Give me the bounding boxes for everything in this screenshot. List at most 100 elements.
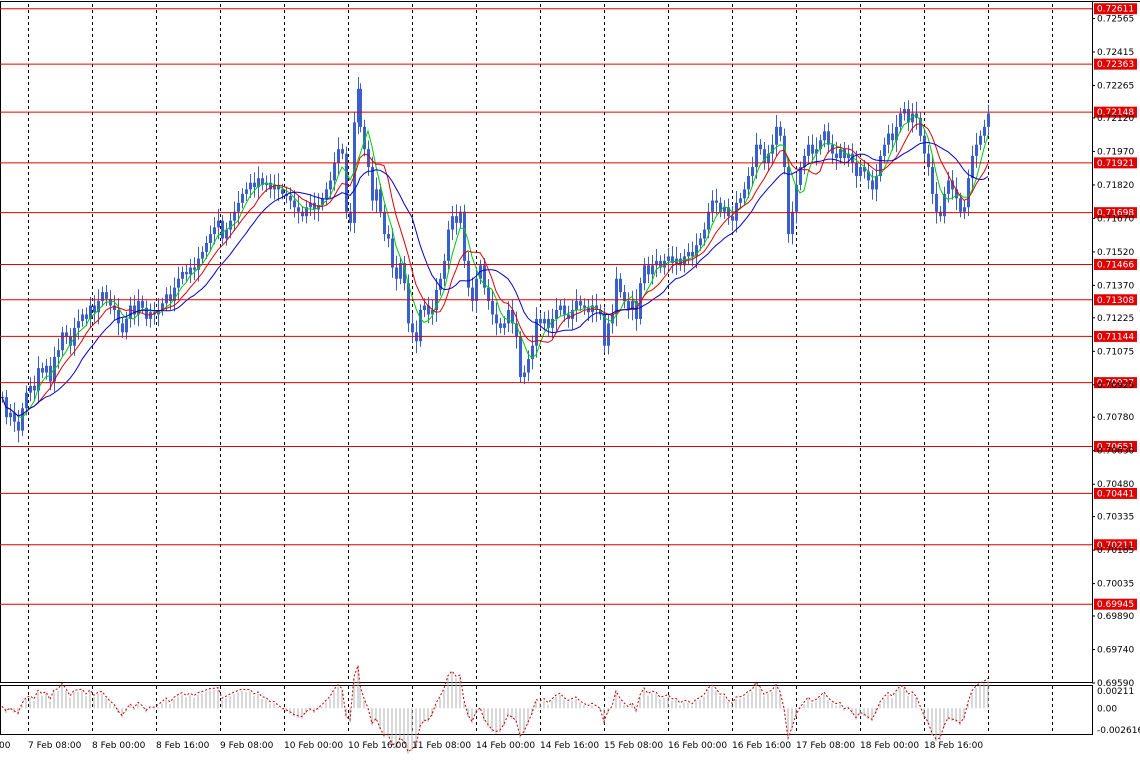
candle-body bbox=[643, 265, 646, 284]
candle-body bbox=[707, 211, 710, 230]
candle-body bbox=[495, 314, 498, 324]
candle-body bbox=[17, 421, 20, 431]
candle-body bbox=[839, 149, 842, 159]
candle-body bbox=[699, 238, 702, 246]
candle-body bbox=[399, 263, 402, 279]
time-tick-label: 7 Feb 08:00 bbox=[28, 741, 82, 751]
price-tick-label: 0.72565 bbox=[1097, 15, 1134, 25]
candle-body bbox=[411, 323, 414, 333]
price-tick-label: 0.71820 bbox=[1097, 181, 1134, 191]
level-label: 0.71308 bbox=[1097, 296, 1134, 306]
candle-body bbox=[451, 216, 454, 230]
candle-body bbox=[987, 113, 990, 127]
price-tick-label: 0.69590 bbox=[1097, 679, 1134, 689]
candle-body bbox=[755, 144, 758, 168]
candle-body bbox=[149, 312, 152, 319]
candle-body bbox=[9, 412, 12, 418]
candle-body bbox=[775, 126, 778, 145]
price-tick-label: 0.70780 bbox=[1097, 413, 1134, 423]
candle-body bbox=[959, 198, 962, 212]
candle-body bbox=[129, 305, 132, 319]
candle-body bbox=[33, 385, 36, 391]
time-tick-label: 17 Feb 08:00 bbox=[796, 741, 855, 751]
candle-body bbox=[667, 256, 670, 261]
price-tick-label: 0.70480 bbox=[1097, 480, 1134, 490]
candle-body bbox=[45, 365, 48, 373]
candle-body bbox=[189, 267, 192, 275]
candle-body bbox=[253, 182, 256, 188]
candle-body bbox=[883, 144, 886, 156]
time-tick-label: 16 Feb 16:00 bbox=[732, 741, 791, 751]
candle-body bbox=[141, 301, 144, 308]
candle-body bbox=[81, 314, 84, 322]
candle-body bbox=[329, 180, 332, 190]
candle-body bbox=[41, 368, 44, 373]
candle-body bbox=[947, 180, 950, 194]
candle-body bbox=[603, 314, 606, 346]
candle-body bbox=[859, 167, 862, 176]
candle-body bbox=[731, 216, 734, 221]
candle-body bbox=[289, 196, 292, 201]
level-label: 0.71466 bbox=[1097, 260, 1134, 270]
candle-body bbox=[181, 272, 184, 279]
chart-frame bbox=[0, 1, 1140, 735]
candle-body bbox=[105, 292, 108, 299]
candle-body bbox=[647, 265, 650, 275]
grid bbox=[28, 4, 1053, 735]
candle-body bbox=[297, 207, 300, 212]
oscillator-tick-label: -0.002616 bbox=[1097, 726, 1140, 736]
candle-body bbox=[245, 189, 248, 194]
candle-body bbox=[447, 229, 450, 261]
time-tick-label: :00 bbox=[0, 741, 11, 751]
candle-body bbox=[887, 133, 890, 145]
candle-body bbox=[471, 287, 474, 302]
candle-body bbox=[787, 167, 790, 235]
candle-body bbox=[29, 385, 32, 393]
candle-body bbox=[555, 309, 558, 319]
candle-body bbox=[563, 305, 566, 315]
candle-body bbox=[57, 350, 60, 357]
price-tick-label: 0.70335 bbox=[1097, 513, 1134, 523]
price-tick-label: 0.71970 bbox=[1097, 147, 1134, 157]
candle-body bbox=[875, 175, 878, 190]
candle-body bbox=[337, 149, 340, 163]
price-chart: 0.002110.00-0.002616 0.726110.723630.721… bbox=[0, 1, 1140, 754]
candle-body bbox=[455, 216, 458, 223]
level-label: 0.70441 bbox=[1097, 489, 1134, 499]
candle-body bbox=[249, 182, 252, 190]
candle-body bbox=[607, 323, 610, 346]
level-label: 0.71921 bbox=[1097, 159, 1134, 169]
candle-body bbox=[807, 144, 810, 156]
candle-body bbox=[927, 153, 930, 168]
candle-body bbox=[899, 113, 902, 127]
candle-body bbox=[503, 323, 506, 328]
candle-body bbox=[221, 220, 224, 239]
candle-body bbox=[325, 189, 328, 199]
candle-body bbox=[241, 193, 244, 203]
candle-body bbox=[711, 200, 714, 212]
candle-body bbox=[443, 260, 446, 279]
candle-body bbox=[85, 314, 88, 319]
candle-body bbox=[341, 149, 344, 154]
candle-body bbox=[475, 278, 478, 302]
candle-body bbox=[871, 180, 874, 190]
candle-body bbox=[543, 318, 546, 324]
candle-body bbox=[459, 211, 462, 223]
candle-body bbox=[387, 234, 390, 239]
time-tick-label: 14 Feb 00:00 bbox=[476, 741, 535, 751]
oscillator-tick-label: 0.00 bbox=[1097, 704, 1117, 714]
candle-body bbox=[125, 318, 128, 333]
candle-body bbox=[367, 149, 370, 168]
candle-body bbox=[983, 126, 986, 136]
price-tick-label: 0.70185 bbox=[1097, 546, 1134, 556]
time-tick-label: 15 Feb 08:00 bbox=[604, 741, 663, 751]
candle-body bbox=[791, 211, 794, 235]
candle-body bbox=[371, 167, 374, 201]
time-tick-label: 9 Feb 08:00 bbox=[220, 741, 274, 751]
level-label: 0.72611 bbox=[1097, 5, 1134, 15]
candle-body bbox=[551, 318, 554, 328]
candle-body bbox=[527, 359, 530, 373]
price-tick-label: 0.70925 bbox=[1097, 381, 1134, 391]
candle-body bbox=[185, 272, 188, 275]
candle-body bbox=[975, 144, 978, 156]
